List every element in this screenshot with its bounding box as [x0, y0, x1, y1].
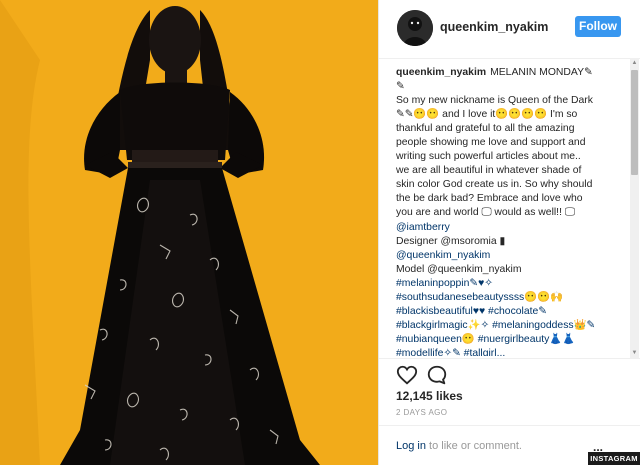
caption-link-line[interactable]: #modellife✧✎ #tallgirl...: [396, 347, 621, 356]
post-date: 2 DAYS AGO: [396, 408, 448, 417]
profile-photo-icon: [397, 10, 433, 46]
caption-title: MELANIN MONDAY✎: [490, 67, 593, 78]
caption-link-line[interactable]: #blackgirlmagic✨✧ #melaningoddess👑✎: [396, 319, 621, 333]
post-caption: queenkim_nyakim MELANIN MONDAY✎ ✎ So my n…: [396, 66, 621, 356]
caption-link-line[interactable]: #melaninpoppin✎♥✧: [396, 277, 621, 291]
caption-line: writing such powerful articles about me.…: [396, 151, 581, 163]
caption-line: you are and world 🖵 would as well!! 🖵: [396, 207, 575, 219]
caption-line: So my new nickname is Queen of the Dark: [396, 95, 593, 107]
login-link[interactable]: Log in: [396, 440, 426, 452]
header-divider: [379, 58, 640, 59]
caption-line: we are all beautiful in whatever shade o…: [396, 165, 582, 177]
caption-line: people showing me love and support and: [396, 137, 586, 149]
scroll-thumb[interactable]: [631, 70, 638, 175]
caption-line: thankful and grateful to all the amazing: [396, 123, 575, 135]
follow-button[interactable]: Follow: [575, 16, 621, 37]
heart-icon[interactable]: [396, 364, 418, 386]
caption-divider: [379, 358, 640, 359]
caption-credit-line: Model @queenkim_nyakim: [396, 263, 522, 275]
caption-link-line[interactable]: #nubianqueen😶 #nuergirlbeauty👗👗: [396, 333, 621, 347]
scroll-up-arrow-icon[interactable]: ▲: [630, 58, 639, 68]
post-username[interactable]: queenkim_nyakim: [440, 20, 548, 34]
caption-link-line[interactable]: @queenkim_nyakim: [396, 249, 621, 263]
caption-first-line: queenkim_nyakim MELANIN MONDAY✎: [396, 66, 621, 80]
post-details-panel: queenkim_nyakim Follow queenkim_nyakim ME…: [379, 0, 640, 465]
post-header: queenkim_nyakim Follow: [379, 0, 640, 58]
caption-link-line[interactable]: #blackisbeautiful♥♥ #chocolate✎: [396, 305, 621, 319]
caption-line: skin color God create us in. So why shou…: [396, 179, 593, 191]
caption-credits: @iamtberry Designer @msoromia ▮ @queenkim_…: [396, 221, 621, 356]
instagram-watermark: INSTAGRAM: [588, 452, 640, 465]
caption-username[interactable]: queenkim_nyakim: [396, 67, 486, 78]
caption-credit-line: Designer @msoromia ▮: [396, 235, 506, 247]
caption-line: ✎✎😶😶 and I love it😶😶😶😶 I'm so: [396, 109, 578, 121]
caption-scrollbar[interactable]: ▲ ▼: [630, 58, 639, 358]
scroll-down-arrow-icon[interactable]: ▼: [630, 348, 639, 358]
caption-link-line[interactable]: @iamtberry: [396, 221, 621, 235]
caption-link-line[interactable]: #southsudanesebeautyssss😶😶🙌: [396, 291, 621, 305]
comment-icon[interactable]: [426, 364, 448, 386]
avatar[interactable]: [397, 10, 433, 46]
caption-body: So my new nickname is Queen of the Dark ✎…: [396, 94, 621, 220]
caption-line: the be dark bad? Embrace and love who: [396, 193, 583, 205]
caption-second-line: ✎: [396, 81, 405, 93]
login-prompt-text: to like or comment.: [425, 440, 522, 452]
post-photo: [0, 0, 378, 465]
footer-divider: [379, 425, 640, 426]
login-prompt: Log in to like or comment.: [396, 440, 522, 452]
like-count[interactable]: 12,145 likes: [396, 389, 463, 403]
model-figure-illustration: [0, 0, 378, 465]
